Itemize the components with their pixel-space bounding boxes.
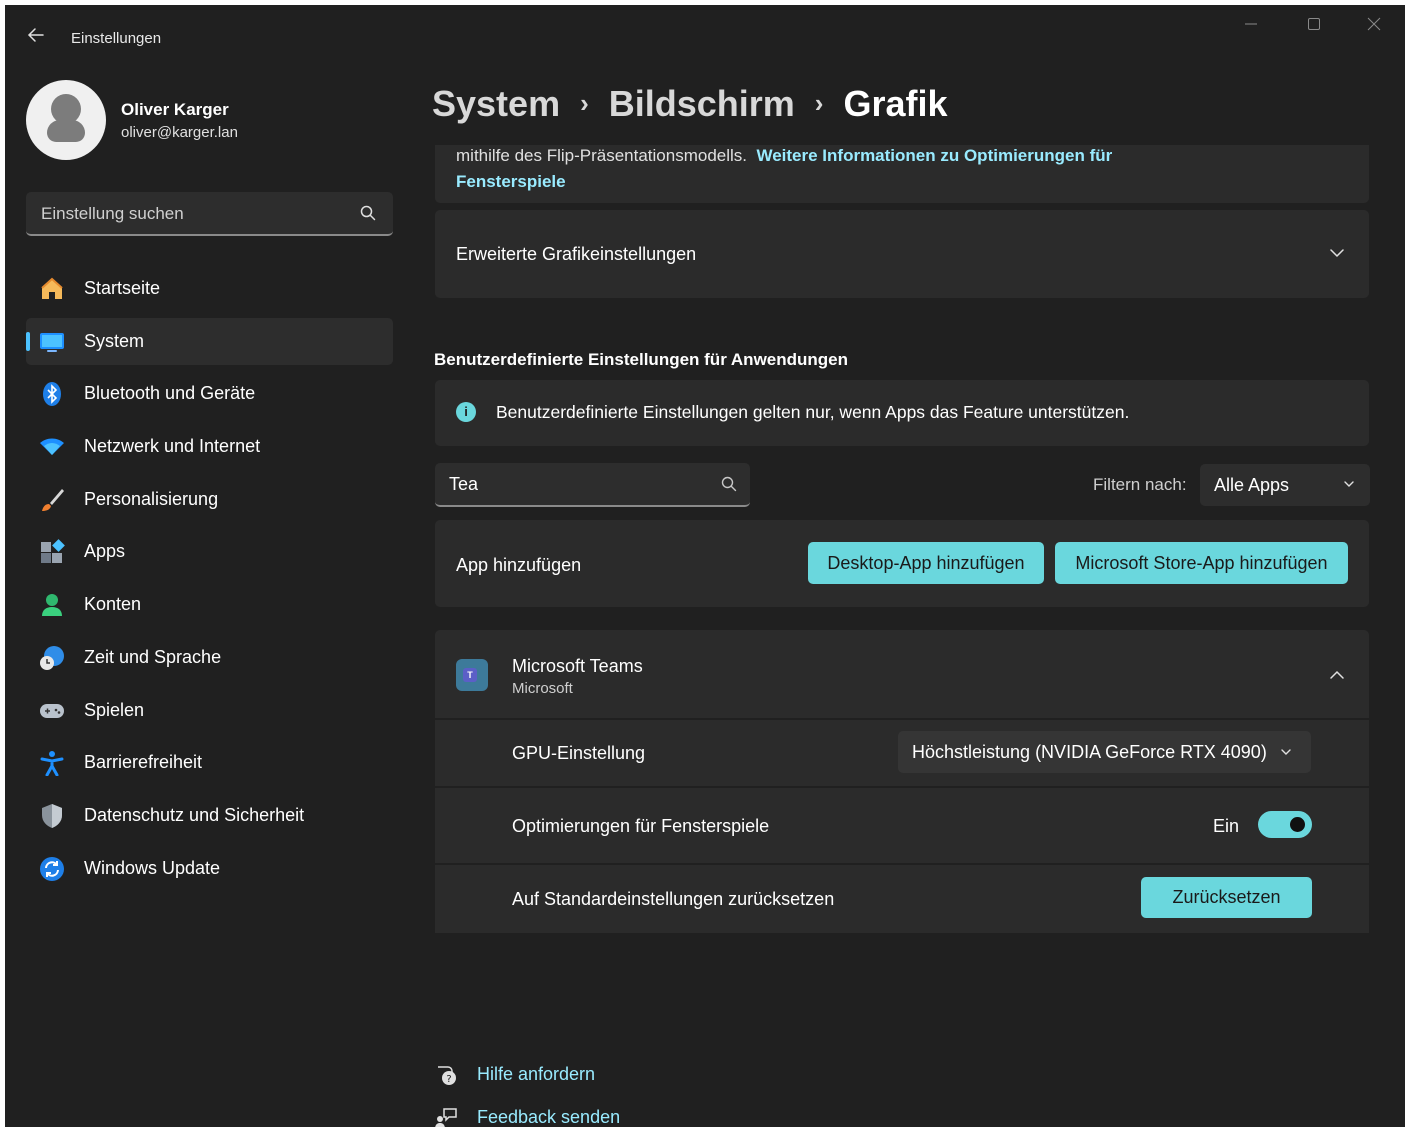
content-scroll-area[interactable]: mithilfe des Flip-Präsentationsmodells. …: [5, 145, 1405, 1125]
breadcrumb: System › Bildschirm › Grafik: [432, 83, 948, 133]
windowed-games-info-card: mithilfe des Flip-Präsentationsmodells. …: [435, 145, 1369, 203]
add-app-card: App hinzufügen Desktop-App hinzufügen Mi…: [435, 520, 1369, 607]
page-title: Grafik: [843, 83, 948, 124]
filter-value: Alle Apps: [1214, 475, 1290, 495]
settings-window: Einstellungen Oliver Karger oliver@karge…: [5, 5, 1405, 1127]
app-entry-teams: T Microsoft Teams Microsoft GPU-Einstell…: [435, 630, 1369, 933]
title-bar: Einstellungen: [5, 5, 1405, 55]
profile-name: Oliver Karger: [121, 100, 229, 119]
info-text: mithilfe des Flip-Präsentationsmodells. …: [456, 145, 1216, 195]
breadcrumb-system[interactable]: System: [432, 83, 560, 124]
add-app-label: App hinzufügen: [456, 555, 582, 575]
advanced-graphics-settings[interactable]: Erweiterte Grafikeinstellungen: [435, 210, 1369, 298]
reset-button[interactable]: Zurücksetzen: [1141, 877, 1312, 918]
info-bar-text: Benutzerdefinierte Einstellungen gelten …: [496, 402, 1130, 422]
info-bar: i Benutzerdefinierte Einstellungen gelte…: [435, 380, 1369, 446]
app-search-input[interactable]: Tea: [435, 463, 750, 507]
info-text-body: mithilfe des Flip-Präsentationsmodells.: [456, 146, 748, 165]
chevron-down-icon: [1281, 749, 1291, 755]
gpu-setting-row: GPU-Einstellung Höchstleistung (NVIDIA G…: [435, 720, 1369, 786]
app-name: Microsoft Teams: [512, 656, 643, 676]
minimize-button[interactable]: [1235, 15, 1267, 39]
app-publisher: Microsoft: [512, 680, 573, 697]
maximize-icon: [1308, 18, 1320, 30]
reset-label: Auf Standardeinstellungen zurücksetzen: [512, 889, 835, 909]
toggle-state-text: Ein: [1213, 816, 1240, 836]
info-icon: i: [456, 402, 476, 422]
section-heading: Benutzerdefinierte Einstellungen für Anw…: [434, 350, 849, 369]
maximize-button[interactable]: [1298, 15, 1330, 39]
breadcrumb-display[interactable]: Bildschirm: [609, 83, 795, 124]
app-title: Einstellungen: [71, 30, 162, 47]
chevron-down-icon: [1330, 249, 1344, 258]
teams-app-icon: T: [456, 659, 488, 691]
feedback-icon: [435, 1108, 457, 1127]
avatar-body: [47, 120, 85, 142]
chevron-down-icon: [1344, 481, 1354, 487]
back-button[interactable]: [23, 25, 49, 51]
teams-logo: T: [463, 668, 477, 682]
windowed-optimization-toggle[interactable]: [1258, 811, 1312, 838]
add-desktop-app-button[interactable]: Desktop-App hinzufügen: [808, 542, 1044, 584]
chevron-up-icon: [1330, 670, 1344, 679]
reset-row: Auf Standardeinstellungen zurücksetzen Z…: [435, 865, 1369, 933]
filter-dropdown[interactable]: Alle Apps: [1200, 464, 1370, 506]
app-entry-header[interactable]: T Microsoft Teams Microsoft: [435, 630, 1369, 718]
get-help-label: Hilfe anfordern: [477, 1064, 596, 1084]
close-icon: [1367, 17, 1381, 31]
add-store-app-button[interactable]: Microsoft Store-App hinzufügen: [1055, 542, 1348, 584]
toggle-knob: [1290, 817, 1305, 832]
search-icon: [721, 476, 737, 492]
profile-email: oliver@karger.lan: [121, 124, 238, 141]
feedback-label: Feedback senden: [477, 1107, 621, 1127]
close-button[interactable]: [1358, 15, 1390, 39]
app-search-value: Tea: [449, 474, 479, 494]
gpu-preference-dropdown[interactable]: Höchstleistung (NVIDIA GeForce RTX 4090): [898, 731, 1311, 773]
gpu-setting-label: GPU-Einstellung: [512, 743, 646, 763]
back-arrow-icon: [27, 28, 44, 42]
help-icon: ?: [438, 1066, 456, 1085]
windowed-optimization-label: Optimierungen für Fensterspiele: [512, 816, 770, 836]
breadcrumb-separator: ›: [580, 88, 589, 118]
advanced-graphics-label: Erweiterte Grafikeinstellungen: [456, 244, 697, 264]
filter-label: Filtern nach:: [1093, 475, 1187, 494]
minimize-icon: [1245, 23, 1257, 25]
gpu-preference-value: Höchstleistung (NVIDIA GeForce RTX 4090): [912, 742, 1267, 762]
svg-text:?: ?: [446, 1074, 451, 1085]
windowed-optimization-row: Optimierungen für Fensterspiele Ein: [435, 788, 1369, 863]
breadcrumb-separator: ›: [814, 88, 824, 118]
